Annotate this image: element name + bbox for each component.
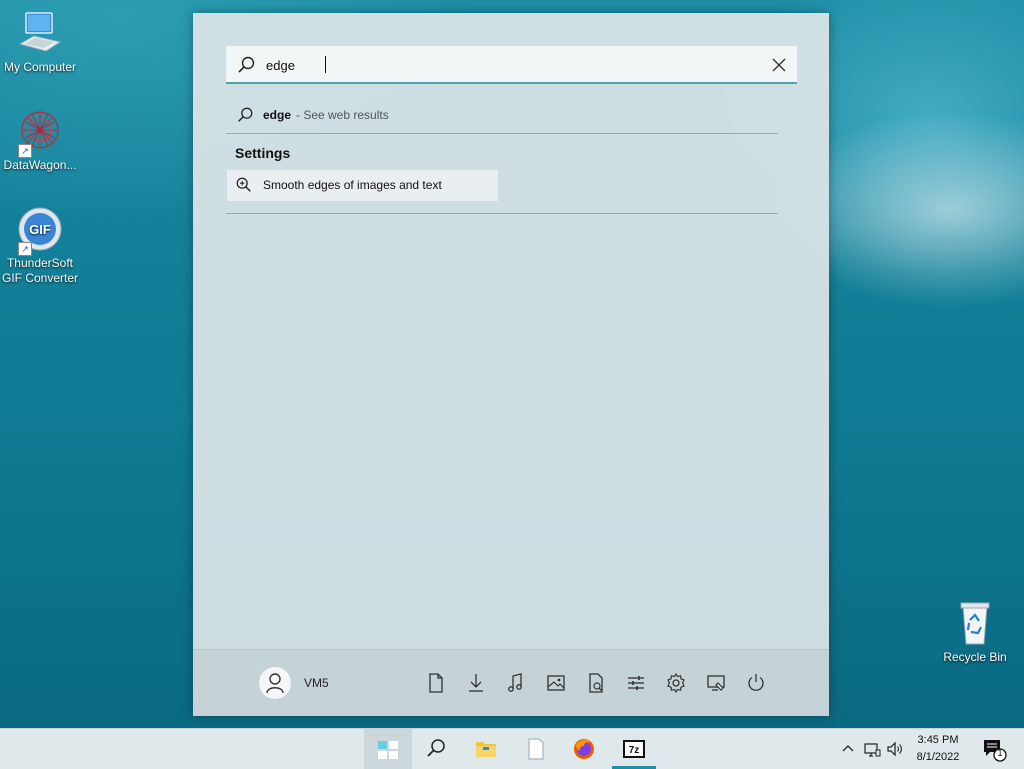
music-icon: [508, 673, 522, 692]
text-caret: [325, 56, 326, 73]
divider: [226, 213, 778, 214]
user-name: VM5: [304, 676, 329, 690]
desktop-icon-my-computer[interactable]: My Computer: [0, 10, 80, 75]
search-input[interactable]: [266, 54, 746, 76]
7zip-icon: 7z: [623, 740, 645, 758]
computer-icon: [16, 10, 64, 58]
downloads-button[interactable]: [464, 671, 488, 695]
pictures-button[interactable]: [544, 671, 568, 695]
firefox-icon: [574, 739, 594, 759]
notification-icon: [984, 740, 1007, 762]
document-icon: [429, 673, 443, 693]
taskbar: 7z 3:45 PM 8/1/2022 1: [0, 728, 1024, 769]
7zip-button[interactable]: 7z: [610, 729, 658, 769]
7zip-label: 7z: [629, 745, 640, 756]
picture-icon: [547, 675, 565, 691]
search-icon: [427, 739, 445, 757]
desktop-icon-label: My Computer: [3, 60, 77, 74]
firefox-button[interactable]: [560, 729, 608, 769]
notification-center-button[interactable]: 1: [982, 737, 1008, 763]
shortcut-arrow-icon: ↗: [18, 242, 32, 256]
gif-badge-text: GIF: [29, 222, 51, 237]
sliders-icon: [628, 676, 644, 690]
user-avatar[interactable]: [259, 667, 291, 699]
clear-search-button[interactable]: [769, 55, 789, 75]
music-button[interactable]: [504, 671, 528, 695]
power-button[interactable]: [744, 671, 768, 695]
folder-icon: [476, 742, 496, 757]
clock[interactable]: 3:45 PM 8/1/2022: [906, 732, 970, 766]
search-icon: [238, 107, 253, 122]
start-menu-footer: VM5: [193, 649, 829, 716]
notification-count: 1: [997, 748, 1003, 758]
videos-button[interactable]: [584, 671, 608, 695]
notepad-button[interactable]: [512, 729, 560, 769]
settings-result-smooth-edges[interactable]: Smooth edges of images and text: [227, 170, 498, 201]
settings-result-label: Smooth edges of images and text: [263, 178, 442, 192]
taskbar-search-button[interactable]: [412, 729, 460, 769]
desktop-icon-label: Recycle Bin: [943, 650, 1007, 664]
personalization-button[interactable]: [704, 671, 728, 695]
zoom-in-icon: [236, 177, 251, 192]
volume-icon[interactable]: [885, 739, 905, 759]
recycle-bin-icon: [951, 600, 999, 648]
desktop-icon-label: DataWagon...: [3, 158, 77, 172]
search-icon: [238, 56, 255, 73]
documents-button[interactable]: [424, 671, 448, 695]
show-hidden-icons-chevron-icon[interactable]: [838, 739, 858, 759]
power-icon: [748, 674, 764, 691]
download-icon: [469, 674, 483, 692]
clock-date: 8/1/2022: [916, 751, 960, 763]
search-box[interactable]: [226, 46, 797, 84]
web-result-query: edge: [263, 108, 292, 122]
desktop-icon-label: ThunderSoft GIF Converter: [1, 256, 79, 285]
web-result-hint: - See web results: [296, 108, 389, 122]
gear-icon: [667, 672, 685, 694]
start-menu: edge - See web results Settings Smooth e…: [193, 13, 829, 716]
settings-button[interactable]: [664, 671, 688, 695]
gif-converter-icon: GIF ↗: [16, 206, 64, 256]
web-search-result[interactable]: edge - See web results: [226, 103, 778, 134]
network-settings-button[interactable]: [624, 671, 648, 695]
datawagon-icon: ↗: [16, 108, 64, 158]
desktop-icon-recycle-bin[interactable]: Recycle Bin: [935, 600, 1015, 665]
settings-section-heading: Settings: [235, 145, 291, 161]
start-button[interactable]: [364, 729, 412, 769]
blank-document-icon: [528, 738, 544, 760]
clock-time: 3:45 PM: [917, 734, 959, 746]
desktop-icon-datawagon[interactable]: ↗ DataWagon...: [0, 108, 80, 173]
user-icon: [266, 673, 284, 694]
shortcut-arrow-icon: ↗: [18, 144, 32, 158]
file-explorer-button[interactable]: [462, 729, 510, 769]
video-icon: [589, 673, 603, 693]
personalization-icon: [707, 675, 725, 691]
network-icon[interactable]: [862, 739, 882, 759]
desktop-icon-thundersoft[interactable]: GIF ↗ ThunderSoft GIF Converter: [0, 206, 80, 286]
windows-logo-icon: [378, 741, 398, 759]
